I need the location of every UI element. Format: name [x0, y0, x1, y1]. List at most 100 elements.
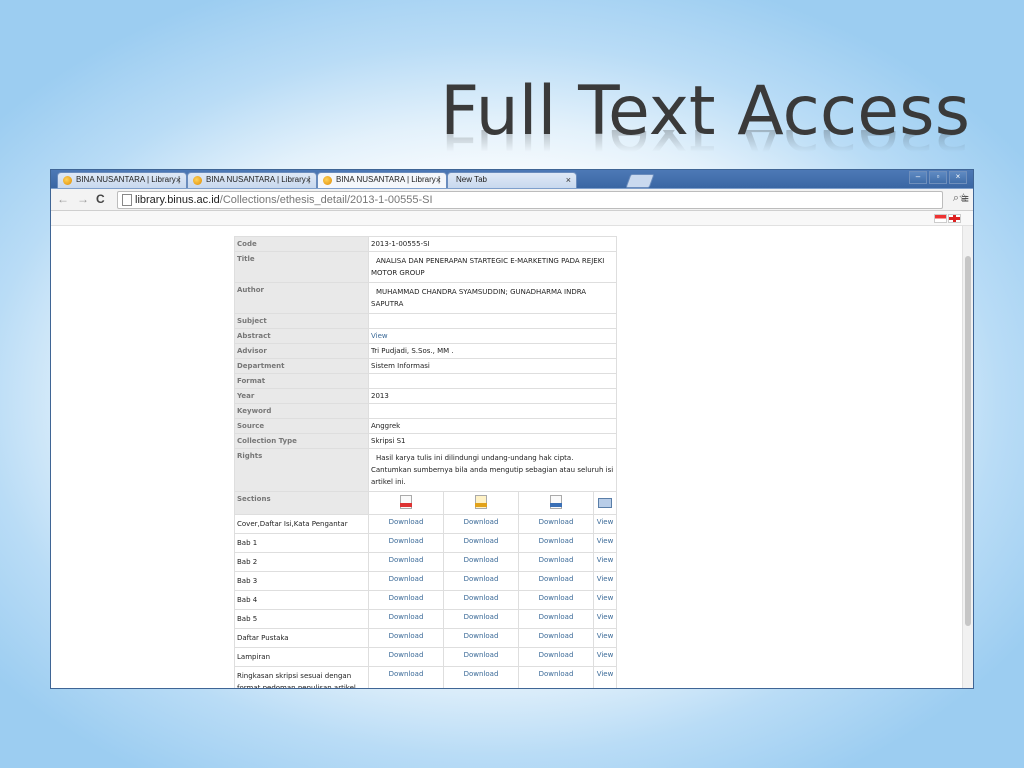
section-link-cell: View [593, 552, 617, 572]
field-label: Format [234, 373, 369, 389]
sections-header-row: Sections [234, 491, 617, 515]
restore-icon[interactable]: ▫ [929, 171, 947, 184]
view-link[interactable]: View [597, 594, 614, 602]
forward-arrow-icon[interactable]: → [77, 192, 89, 206]
view-link[interactable]: View [597, 651, 614, 659]
close-window-icon[interactable]: × [949, 171, 967, 184]
download-link[interactable]: Download [464, 651, 499, 659]
view-link[interactable]: View [597, 632, 614, 640]
field-row: Author MUHAMMAD CHANDRA SYAMSUDDIN; GUNAD… [234, 282, 617, 314]
field-value: Skripsi S1 [368, 433, 617, 449]
view-link[interactable]: View [597, 556, 614, 564]
download-link[interactable]: Download [464, 575, 499, 583]
image-view-icon[interactable] [593, 491, 617, 515]
download-link[interactable]: Download [539, 632, 574, 640]
new-tab-button[interactable] [625, 174, 655, 188]
download-link[interactable]: Download [464, 556, 499, 564]
download-link[interactable]: Download [464, 670, 499, 678]
download-link[interactable]: Download [539, 670, 574, 678]
tab-2[interactable]: BINA NUSANTARA | Library | × [187, 172, 317, 188]
section-link-cell: Download [518, 647, 594, 667]
download-link[interactable]: Download [539, 575, 574, 583]
page-icon [122, 194, 132, 206]
download-link[interactable]: Download [389, 594, 424, 602]
download-link[interactable]: Download [389, 613, 424, 621]
pdf-icon[interactable] [368, 491, 444, 515]
url-text[interactable]: library.binus.ac.id/Collections/ethesis_… [135, 192, 433, 208]
section-name: Lampiran [234, 647, 369, 667]
close-icon[interactable]: × [436, 173, 441, 187]
menu-icon[interactable]: ≡ [961, 191, 969, 206]
download-link[interactable]: Download [389, 556, 424, 564]
field-label: Abstract [234, 328, 369, 344]
download-link[interactable]: Download [464, 613, 499, 621]
download-link[interactable]: Download [389, 670, 424, 678]
english-flag-icon[interactable] [948, 214, 961, 223]
field-row: Source Anggrek [234, 418, 617, 434]
close-icon[interactable]: × [176, 173, 181, 187]
browser-window: BINA NUSANTARA | Library | × BINA NUSANT… [50, 169, 974, 689]
tab-label: BINA NUSANTARA | Library | [336, 175, 441, 184]
field-value: Hasil karya tulis ini dilindungi undang-… [368, 448, 617, 492]
view-link[interactable]: View [597, 575, 614, 583]
field-label: Department [234, 358, 369, 374]
tab-label: New Tab [456, 175, 487, 184]
close-icon[interactable]: × [306, 173, 311, 187]
field-value [368, 373, 617, 389]
section-link-cell: Download [443, 666, 519, 688]
section-link-cell: Download [518, 666, 594, 688]
section-link-cell: View [593, 533, 617, 553]
tab-4[interactable]: New Tab × [447, 172, 577, 188]
field-value: ANALISA DAN PENERAPAN STARTEGIC E-MARKET… [368, 251, 617, 283]
reload-icon[interactable]: C [96, 192, 105, 206]
section-link-cell: Download [518, 533, 594, 553]
indonesia-flag-icon[interactable] [934, 214, 947, 223]
download-link[interactable]: Download [539, 537, 574, 545]
tab-1[interactable]: BINA NUSANTARA | Library | × [57, 172, 187, 188]
tab-3-active[interactable]: BINA NUSANTARA | Library | × [317, 172, 447, 188]
download-link[interactable]: Download [464, 537, 499, 545]
section-row: Lampiran Download Download Download View [234, 647, 617, 667]
section-name: Bab 4 [234, 590, 369, 610]
language-bar [51, 211, 973, 226]
download-link[interactable]: Download [389, 632, 424, 640]
view-link[interactable]: View [597, 613, 614, 621]
field-row: Format [234, 373, 617, 389]
download-link[interactable]: Download [539, 651, 574, 659]
url-host: library.binus.ac.id [135, 194, 220, 206]
back-arrow-icon[interactable]: ← [57, 192, 69, 206]
doc-icon[interactable] [518, 491, 594, 515]
tab-strip: BINA NUSANTARA | Library | × BINA NUSANT… [51, 170, 973, 189]
section-name: Ringkasan skripsi sesuai dengan format p… [234, 666, 369, 688]
download-link[interactable]: Download [389, 537, 424, 545]
view-link[interactable]: View [597, 518, 614, 526]
download-link[interactable]: Download [464, 632, 499, 640]
section-link-cell: View [593, 628, 617, 648]
download-link[interactable]: Download [464, 594, 499, 602]
download-link[interactable]: Download [539, 518, 574, 526]
close-icon[interactable]: × [566, 173, 571, 187]
zip-icon[interactable] [443, 491, 519, 515]
field-value [368, 403, 617, 419]
address-bar[interactable]: library.binus.ac.id/Collections/ethesis_… [117, 191, 968, 209]
field-row: Department Sistem Informasi [234, 358, 617, 374]
vertical-scrollbar[interactable] [962, 226, 973, 688]
download-link[interactable]: Download [389, 651, 424, 659]
download-link[interactable]: Download [464, 518, 499, 526]
download-link[interactable]: Download [539, 613, 574, 621]
view-link[interactable]: View [597, 670, 614, 678]
download-link[interactable]: Download [389, 575, 424, 583]
download-link[interactable]: Download [389, 518, 424, 526]
field-row: Subject [234, 313, 617, 329]
abstract-view-link[interactable]: View [371, 332, 388, 340]
field-label: Author [234, 282, 369, 314]
download-link[interactable]: Download [539, 556, 574, 564]
section-name: Bab 5 [234, 609, 369, 629]
field-row: Advisor Tri Pudjadi, S.Sos., MM . [234, 343, 617, 359]
download-link[interactable]: Download [539, 594, 574, 602]
minimize-icon[interactable]: – [909, 171, 927, 184]
view-link[interactable]: View [597, 537, 614, 545]
section-link-cell: Download [443, 628, 519, 648]
scrollbar-thumb[interactable] [965, 256, 971, 626]
tab-label: BINA NUSANTARA | Library | [76, 175, 181, 184]
